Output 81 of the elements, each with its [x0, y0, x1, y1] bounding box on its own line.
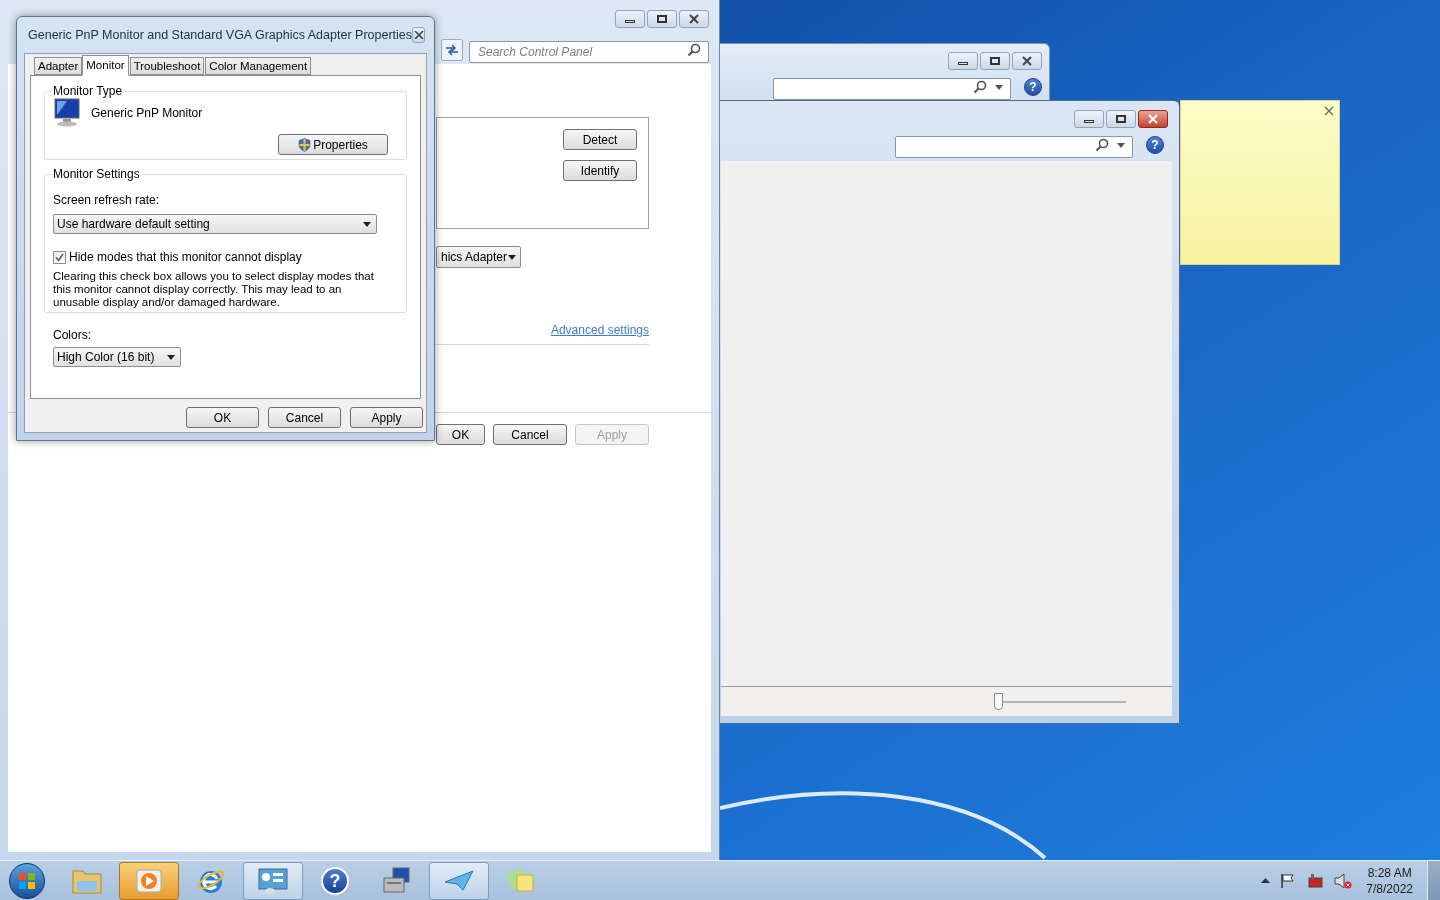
slider-thumb[interactable] [994, 692, 1003, 710]
group-label: Monitor Type [52, 83, 124, 100]
field-label: Colors: [53, 327, 92, 344]
close-button[interactable] [412, 27, 425, 43]
dialog-button[interactable]: Cancel [268, 407, 341, 428]
dialog-button[interactable]: OK [186, 407, 259, 428]
search-field[interactable]: Search Control Panel [469, 41, 709, 63]
tab[interactable]: Monitor [82, 55, 129, 76]
dialog-button[interactable]: OK [436, 424, 485, 445]
close-button[interactable] [679, 10, 709, 28]
minimize-icon [1084, 120, 1094, 123]
taskbar-button[interactable] [243, 861, 303, 900]
minimize-button[interactable] [615, 10, 645, 28]
flag-icon[interactable] [1280, 872, 1297, 889]
clock-time: 8:28 AM [1367, 864, 1412, 881]
checkbox[interactable] [53, 250, 66, 264]
monitor-icon [53, 98, 83, 128]
maximize-button[interactable] [980, 52, 1010, 70]
dialog-button[interactable]: Cancel [493, 424, 567, 445]
clock-date: 7/8/2022 [1366, 880, 1413, 897]
minimize-icon [625, 20, 635, 23]
search-field[interactable] [773, 78, 1011, 100]
search-icon [973, 80, 987, 94]
close-button[interactable] [1012, 52, 1042, 70]
computer-icon [381, 865, 413, 896]
close-icon [1021, 56, 1033, 66]
close-button[interactable] [1138, 110, 1168, 128]
colors-dropdown[interactable]: High Color (16 bit) [53, 347, 181, 367]
play-icon [135, 866, 163, 895]
shield-icon [298, 137, 312, 152]
maximize-button[interactable] [1106, 110, 1136, 128]
caret-icon [1117, 142, 1125, 148]
control-panel-icon [257, 866, 289, 895]
minimize-button[interactable] [948, 52, 978, 70]
close-icon [1147, 114, 1159, 124]
close-icon[interactable] [1323, 105, 1335, 117]
help-button[interactable]: ? [1024, 78, 1042, 96]
windows-logo-icon [18, 871, 36, 890]
caret-icon [363, 221, 371, 227]
identify-button[interactable]: Identify [563, 160, 637, 181]
caret-icon [508, 254, 516, 260]
help-icon: ? [321, 866, 349, 895]
maximize-icon [657, 15, 667, 23]
tab[interactable]: Color Management [205, 57, 312, 75]
caret-icon [995, 84, 1003, 90]
arrows-icon [445, 44, 459, 56]
tab[interactable]: Troubleshoot [129, 57, 205, 75]
speaker-muted-icon[interactable] [1334, 872, 1353, 889]
refresh-button[interactable] [441, 39, 463, 61]
dialog-button[interactable]: Apply [350, 407, 423, 428]
caret-up-icon[interactable] [1261, 878, 1271, 883]
search-field[interactable] [895, 136, 1133, 158]
field-label: Screen refresh rate: [53, 192, 161, 209]
display-dropdown[interactable]: hics Adapter [436, 246, 521, 268]
refresh-rate-dropdown[interactable]: Use hardware default setting [53, 214, 377, 234]
minimize-button[interactable] [1074, 110, 1104, 128]
help-button[interactable]: ? [1146, 136, 1164, 154]
properties-button[interactable]: Properties [278, 134, 388, 155]
search-icon [687, 43, 701, 57]
show-desktop-button[interactable] [1427, 860, 1440, 900]
monitor-name: Generic PnP Monitor [91, 105, 203, 122]
group-label: Monitor Settings [52, 166, 141, 183]
tab[interactable]: Adapter [34, 57, 83, 75]
checkbox-label: Hide modes that this monitor cannot display [69, 249, 302, 266]
detect-button[interactable]: Detect [563, 129, 637, 150]
warning-text: Clearing this check box allows you to select display modes that this monitor cannot display correctly. This may lead to an unusable display and/or damaged hardware. [53, 270, 375, 309]
maximize-icon [1116, 115, 1126, 123]
network-error-icon[interactable] [1306, 872, 1325, 889]
taskbar-button[interactable]: ? [305, 861, 365, 900]
minimize-icon [958, 62, 968, 65]
dialog-title: Generic PnP Monitor and Standard VGA Graphics Adapter Properties [28, 26, 412, 44]
maximize-button[interactable] [647, 10, 677, 28]
search-icon [1095, 138, 1109, 152]
taskbar-button[interactable] [119, 861, 179, 900]
start-button[interactable] [9, 862, 45, 899]
taskbar-button[interactable] [429, 861, 489, 900]
maximize-icon [990, 57, 1000, 65]
caret-icon [167, 354, 175, 360]
advanced-settings-link[interactable]: Advanced settings [550, 321, 649, 339]
close-icon [688, 14, 700, 24]
zoom-slider[interactable] [994, 692, 1126, 711]
